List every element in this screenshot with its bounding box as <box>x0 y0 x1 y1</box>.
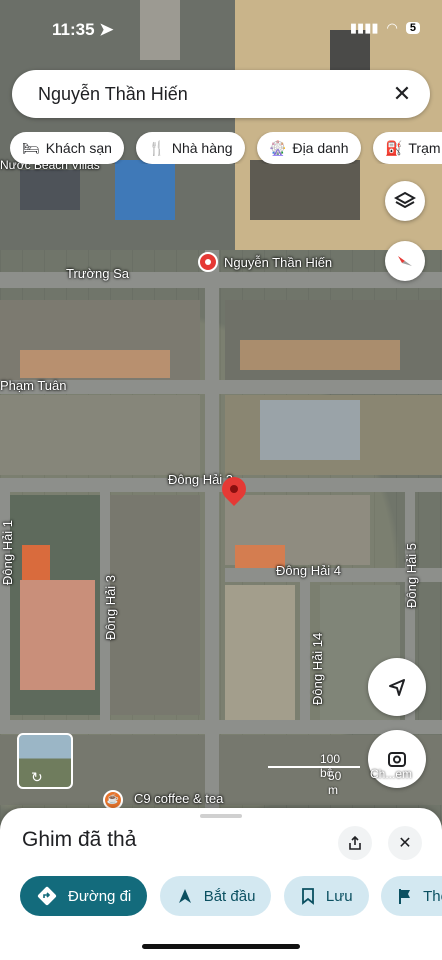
save-button[interactable]: Lưu <box>283 876 369 916</box>
chip-restaurants[interactable]: 🍴 Nhà hàng <box>136 132 245 164</box>
navigation-arrow-icon <box>389 679 405 696</box>
map-houses <box>240 340 400 370</box>
map-label-dong-hai-3: Đông Hải 3 <box>103 574 118 640</box>
scale-bar <box>268 766 360 768</box>
action-buttons: Đường đi Bắt đầu Lưu Thê <box>20 876 442 918</box>
map-label-coffee[interactable]: C9 coffee & tea <box>134 791 223 806</box>
place-pin-icon[interactable] <box>198 252 218 272</box>
home-indicator <box>142 944 300 949</box>
action-label: Thê <box>423 887 442 905</box>
status-icons: ▮▮▮▮ ◠ 5 <box>350 20 420 36</box>
search-bar[interactable]: Nguyễn Thần Hiến ✕ <box>12 70 430 118</box>
location-arrow-icon: ➤ <box>99 20 114 39</box>
fuel-icon: ⛽ <box>384 139 403 156</box>
action-label: Đường đi <box>68 887 132 905</box>
map-label-dong-hai-14: Đông Hải 14 <box>310 632 325 705</box>
bottom-sheet[interactable]: Ghim đã thả ✕ Đường đi Bắt đầu Lưu Thê <box>0 808 442 960</box>
map-residential <box>0 395 200 475</box>
start-button[interactable]: Bắt đầu <box>159 876 272 916</box>
lens-label[interactable]: Ch...em <box>370 767 412 781</box>
map-label-dong-hai-5: Đông Hải 5 <box>404 542 419 608</box>
map-building <box>250 160 360 220</box>
road-dong-hai-14 <box>300 580 310 720</box>
share-button[interactable] <box>338 826 372 860</box>
fork-knife-icon: 🍴 <box>148 139 166 156</box>
street-view-thumbnail[interactable]: ↻ <box>17 733 73 789</box>
bed-icon: 🛏 <box>22 139 40 156</box>
share-icon <box>349 835 361 850</box>
search-input[interactable]: Nguyễn Thần Hiến <box>38 84 188 105</box>
map-label-dong-hai-4: Đông Hải 4 <box>276 563 342 578</box>
chip-label: Địa danh <box>292 140 349 156</box>
map-label-dong-hai-1: Đông Hải 1 <box>0 519 15 585</box>
map-label-truong-sa: Trường Sa <box>66 266 129 281</box>
chip-gas-station[interactable]: ⛽ Trạm x <box>372 132 442 164</box>
signal-icon: ▮▮▮▮ <box>349 20 379 35</box>
chip-label: Trạm x <box>408 140 442 156</box>
action-label: Bắt đầu <box>203 887 256 905</box>
chip-hotels[interactable]: 🛏 Khách sạn <box>10 132 124 164</box>
layers-button[interactable] <box>385 181 425 221</box>
map-residential <box>225 585 295 725</box>
status-bar: 11:35 ➤ ▮▮▮▮ ◠ 5 <box>0 0 442 56</box>
action-label: Lưu <box>325 887 353 905</box>
scale-label-bottom: 50 m <box>328 769 342 797</box>
compass-icon <box>398 256 412 266</box>
navigation-arrow-icon <box>178 889 191 903</box>
layers-icon <box>394 191 416 209</box>
close-sheet-button[interactable]: ✕ <box>388 826 422 860</box>
category-chips: 🛏 Khách sạn 🍴 Nhà hàng 🎡 Địa danh ⛽ Trạm x <box>10 132 442 164</box>
status-time: 11:35 ➤ <box>52 20 114 40</box>
sheet-drag-handle[interactable] <box>200 814 242 818</box>
chip-label: Khách sạn <box>45 140 112 156</box>
map-building-blue <box>115 160 175 220</box>
map-building <box>20 170 80 210</box>
close-icon: ✕ <box>398 835 412 852</box>
road-bottom <box>0 720 442 734</box>
map-houses <box>20 350 170 378</box>
chip-landmarks[interactable]: 🎡 Địa danh <box>257 132 361 164</box>
directions-button[interactable]: Đường đi <box>20 876 148 916</box>
status-time-text: 11:35 <box>52 20 95 39</box>
coffee-icon[interactable]: ☕ <box>103 790 123 810</box>
bookmark-icon <box>301 888 314 905</box>
map-residential <box>110 495 200 715</box>
chip-label: Nhà hàng <box>171 140 233 156</box>
landmark-icon: 🎡 <box>269 139 287 156</box>
map-label-place[interactable]: Nguyễn Thần Hiến <box>224 255 332 270</box>
flag-icon <box>399 889 411 904</box>
directions-icon <box>37 886 57 906</box>
map-houses <box>260 400 360 460</box>
wifi-icon: ◠ <box>386 20 398 35</box>
map-plaza <box>20 580 95 690</box>
road-vertical-main <box>205 250 219 810</box>
close-icon[interactable]: ✕ <box>388 80 416 108</box>
map-building-orange <box>22 545 50 580</box>
street-view-icon: ↻ <box>31 769 43 785</box>
add-label-button[interactable]: Thê <box>381 876 442 916</box>
battery-icon: 5 <box>405 22 420 34</box>
my-location-button[interactable] <box>368 658 426 716</box>
map-label-pham-tuan: Phạm Tuân <box>0 378 67 393</box>
compass-button[interactable] <box>385 241 425 281</box>
sheet-title: Ghim đã thả <box>22 828 137 851</box>
